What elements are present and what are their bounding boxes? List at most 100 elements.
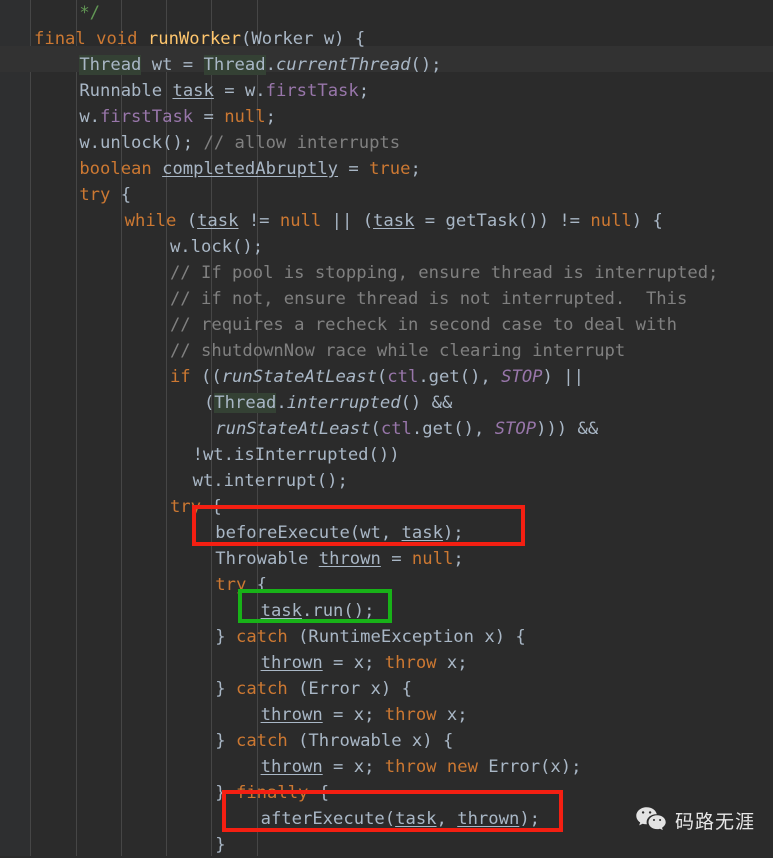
code-line[interactable]: // If pool is stopping, ensure thread is… [0,260,773,286]
code-token: (( [190,367,222,387]
code-line[interactable]: } catch (Error x) { [0,676,773,702]
code-token: null [279,211,322,231]
code-token: ; [265,107,276,127]
code-token: thrown [260,653,323,673]
code-token: wt = [141,55,204,75]
code-line[interactable]: task.run(); [0,598,773,624]
code-token: interrupted [286,393,401,413]
code-editor[interactable]: */ final void runWorker(Worker w) {Thread… [0,0,773,856]
code-token: Error [488,757,541,777]
code-token: = x; [322,653,385,673]
code-line[interactable]: thrown = x; throw new Error(x); [0,754,773,780]
code-token: x) { [360,679,412,699]
code-token: throw [384,653,437,673]
code-content[interactable]: */ final void runWorker(Worker w) {Thread… [0,0,773,858]
code-line[interactable]: !wt.isInterrupted()) [0,442,773,468]
code-token: } [215,731,236,751]
code-token: STOP [501,367,543,387]
code-line[interactable]: // requires a recheck in second case to … [0,312,773,338]
code-token: = x; [322,705,385,725]
code-token: ( [370,419,381,439]
code-token: w.unlock(); [79,133,194,153]
code-line[interactable]: Thread wt = Thread.currentThread(); [0,52,773,78]
code-token: try [215,575,247,595]
code-token: , [436,809,458,829]
code-token: catch [235,731,288,751]
code-token: x) { [401,731,454,751]
code-token: w.lock(); [169,237,264,257]
code-line[interactable]: Throwable thrown = null; [0,546,773,572]
code-token: x; [436,653,468,673]
code-token: // shutdownNow race while clearing inter… [169,341,626,361]
code-token: firstTask [265,81,359,101]
code-line[interactable]: try { [0,182,773,208]
code-line[interactable]: w.firstTask = null; [0,104,773,130]
code-token: x; [436,705,468,725]
code-token: { [246,575,268,595]
code-token: new [446,757,478,777]
code-line[interactable]: w.unlock(); // allow interrupts [0,130,773,156]
code-line[interactable]: } [0,832,773,858]
code-token: { [308,783,330,803]
code-line[interactable]: try { [0,494,773,520]
code-line[interactable]: thrown = x; throw x; [0,702,773,728]
watermark-text: 码路无涯 [675,811,756,833]
code-token: = w. [213,81,266,101]
code-line[interactable]: boolean completedAbruptly = true; [0,156,773,182]
code-line[interactable]: if ((runStateAtLeast(ctl.get(), STOP) || [0,364,773,390]
code-token: ( [287,627,309,647]
code-token: null [411,549,454,569]
code-token: ctl [387,367,419,387]
code-token: null [590,211,632,231]
code-line[interactable]: // if not, ensure thread is not interrup… [0,286,773,312]
code-token: catch [235,679,288,699]
code-line[interactable]: */ [0,0,773,26]
code-line[interactable]: } catch (Throwable x) { [0,728,773,754]
code-token: ( [287,679,309,699]
code-token: ctl [380,419,412,439]
code-line[interactable]: runStateAtLeast(ctl.get(), STOP))) && [0,416,773,442]
code-line[interactable]: Runnable task = w.firstTask; [0,78,773,104]
code-line[interactable]: } catch (RuntimeException x) { [0,624,773,650]
code-token: null [224,107,266,127]
code-line[interactable]: beforeExecute(wt, task); [0,520,773,546]
code-token: != [238,211,280,231]
code-token: . [276,393,287,413]
code-token: ( [176,211,198,231]
code-token: runStateAtLeast [215,419,371,439]
code-line[interactable]: thrown = x; throw x; [0,650,773,676]
code-line[interactable]: // shutdownNow race while clearing inter… [0,338,773,364]
code-token: RuntimeException [308,627,474,647]
code-token: completedAbruptly [162,159,339,179]
code-token: */ [79,3,101,23]
code-token: thrown [260,757,323,777]
code-token: = x; [322,757,385,777]
code-line[interactable]: w.lock(); [0,234,773,260]
code-token: = [193,107,225,127]
code-token: task [197,211,239,231]
code-token: ( [203,393,215,413]
code-token: !wt.isInterrupted()) [192,445,400,465]
code-token: ); [519,809,541,829]
code-line[interactable]: while (task != null || (task = getTask()… [0,208,773,234]
code-line[interactable]: try { [0,572,773,598]
code-token: } [215,835,226,855]
code-line[interactable]: (Thread.interrupted() && [0,390,773,416]
code-token: runWorker [147,29,242,49]
code-token: = [338,159,370,179]
code-token: try [79,185,111,205]
code-line[interactable]: } finally { [0,780,773,806]
code-token: Error [308,679,361,699]
code-line[interactable]: final void runWorker(Worker w) { [0,26,773,52]
code-token: || ( [321,211,374,231]
code-line[interactable]: wt.interrupt(); [0,468,773,494]
code-token: try [169,497,201,517]
code-token: ( [376,367,388,387]
code-token: thrown [260,705,323,725]
code-token: . [265,55,276,75]
